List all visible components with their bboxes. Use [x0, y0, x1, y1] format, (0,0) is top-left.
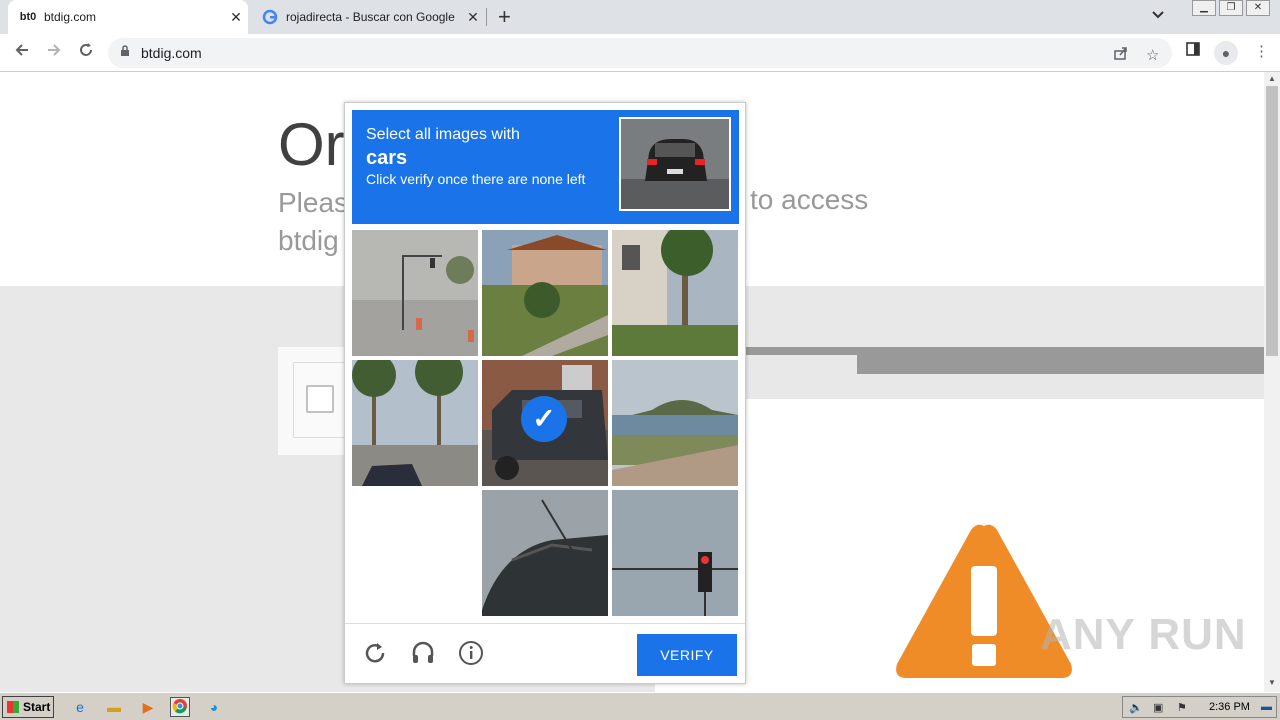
tab-title: btdig.com: [44, 10, 97, 24]
selected-check-icon: ✓: [521, 396, 567, 442]
captcha-target: cars: [366, 147, 408, 169]
ie-icon[interactable]: e: [70, 697, 90, 717]
refresh-icon[interactable]: [361, 640, 389, 668]
show-desktop-icon[interactable]: ▬: [1261, 701, 1272, 713]
network-icon[interactable]: ▣: [1153, 701, 1163, 714]
tab-search-icon[interactable]: [1152, 6, 1164, 22]
scroll-down-icon[interactable]: ▼: [1268, 678, 1276, 687]
browser-toolbar: btdig.com ☆ ⋮: [0, 34, 1280, 72]
minimize-icon[interactable]: ▁: [1192, 0, 1216, 16]
menu-kebab-icon[interactable]: ⋮: [1254, 42, 1269, 60]
flag-notify-icon[interactable]: ⚑: [1177, 701, 1187, 714]
captcha-tile-6[interactable]: [612, 360, 738, 486]
tab-title: rojadirecta - Buscar con Google: [286, 10, 455, 24]
bookmark-star-icon[interactable]: ☆: [1146, 46, 1159, 64]
system-tray: 🔈 ▣ ⚑ 2:36 PM ▬: [1122, 696, 1277, 718]
clock: 2:36 PM: [1209, 701, 1250, 713]
captcha-tile-8[interactable]: [482, 490, 608, 616]
sample-car-image: [619, 117, 731, 211]
info-icon[interactable]: [457, 640, 485, 668]
new-tab-icon[interactable]: +: [498, 4, 511, 30]
page-heading: Or: [278, 111, 345, 178]
profile-avatar-icon[interactable]: ●: [1214, 41, 1238, 65]
google-favicon-icon: [262, 9, 278, 25]
url-text: btdig.com: [141, 45, 202, 61]
captcha-checkbox[interactable]: [306, 385, 334, 413]
volume-icon[interactable]: 🔈: [1129, 701, 1143, 714]
share-icon[interactable]: [1114, 46, 1128, 64]
restore-icon[interactable]: ❐: [1219, 0, 1243, 16]
page-subtext: Pleas btdig: [278, 184, 348, 260]
address-bar[interactable]: btdig.com ☆: [108, 38, 1172, 68]
reload-icon[interactable]: [74, 40, 98, 64]
captcha-tile-2[interactable]: [482, 230, 608, 356]
anyrun-watermark: ANY RUN: [1040, 610, 1247, 659]
tab-close-icon[interactable]: ✕: [461, 9, 485, 26]
lock-icon[interactable]: [120, 45, 130, 60]
captcha-tile-7[interactable]: [352, 490, 478, 616]
subtext-line1: Pleas: [278, 187, 349, 218]
scroll-up-icon[interactable]: ▲: [1268, 74, 1276, 83]
folder-icon[interactable]: ▬: [104, 697, 124, 717]
captcha-tile-9[interactable]: [612, 490, 738, 616]
captcha-tile-4[interactable]: [352, 360, 478, 486]
window-controls: ▁ ❐ ✕: [1189, 0, 1270, 16]
side-panel-icon[interactable]: [1186, 42, 1200, 60]
captcha-tile-5[interactable]: ✓: [482, 360, 608, 486]
tab-google[interactable]: rojadirecta - Buscar con Google ✕: [250, 0, 485, 34]
warning-triangle-icon: [893, 522, 1075, 687]
forward-arrow-icon[interactable]: [42, 40, 66, 64]
start-button[interactable]: Start: [2, 696, 54, 718]
captcha-tile-1[interactable]: [352, 230, 478, 356]
close-window-icon[interactable]: ✕: [1246, 0, 1270, 16]
captcha-tile-3[interactable]: [612, 230, 738, 356]
edge-icon[interactable]: ◕: [204, 697, 224, 717]
captcha-instruction: Select all images with: [366, 126, 520, 143]
captcha-header: Select all images with cars Click verify…: [352, 110, 739, 224]
windows-taskbar: Start e ▬ ▶ ◕ 🔈 ▣ ⚑ 2:36 PM ▬: [0, 692, 1280, 720]
verify-button[interactable]: VERIFY: [637, 634, 737, 676]
scroll-thumb[interactable]: [1266, 86, 1278, 356]
captcha-hint: Click verify once there are none left: [366, 171, 586, 187]
tab-close-icon[interactable]: ✕: [224, 9, 248, 26]
tab-separator: [486, 8, 487, 26]
banner-notch: [745, 355, 857, 374]
page-scrollbar[interactable]: ▲ ▼: [1264, 72, 1280, 692]
chrome-icon[interactable]: [170, 697, 190, 717]
audio-challenge-icon[interactable]: [409, 640, 437, 668]
subtext-line2: btdig: [278, 225, 339, 256]
windows-flag-icon: [7, 701, 19, 713]
captcha-footer: VERIFY: [345, 623, 745, 683]
captcha-dialog: Select all images with cars Click verify…: [344, 102, 746, 684]
btdig-favicon-icon: bt0: [19, 11, 37, 23]
tab-btdig[interactable]: bt0 btdig.com ✕: [8, 0, 248, 34]
page-subtext-right: to access: [750, 184, 869, 215]
back-arrow-icon[interactable]: [10, 40, 34, 64]
start-label: Start: [23, 700, 51, 714]
media-player-icon[interactable]: ▶: [138, 697, 158, 717]
